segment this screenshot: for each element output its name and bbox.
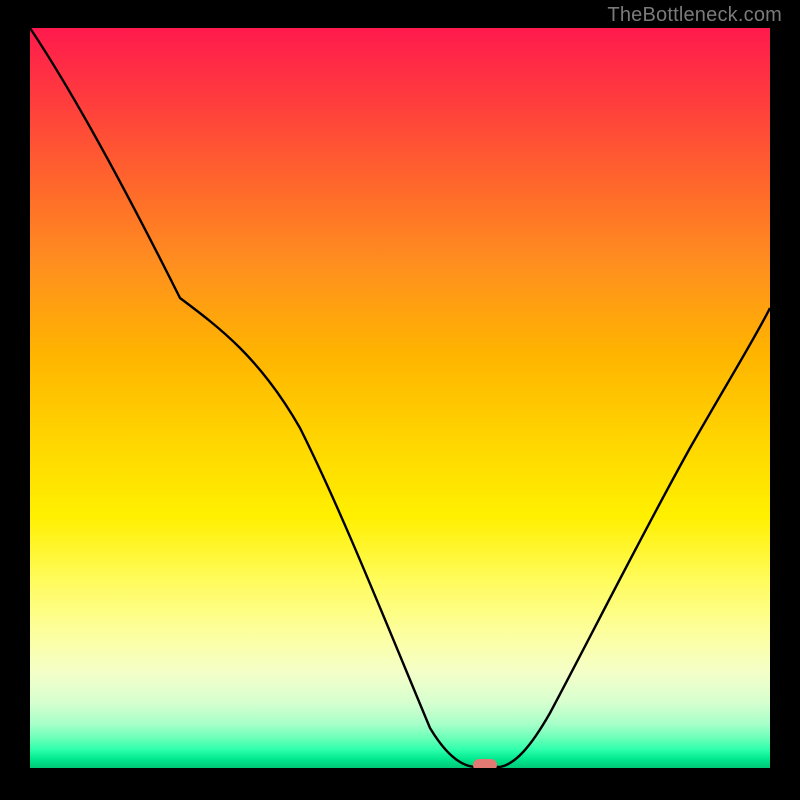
frame-right [770,0,800,800]
bottleneck-curve-path [30,28,770,767]
bottleneck-chart: TheBottleneck.com [0,0,800,800]
chart-svg [30,28,770,768]
frame-bottom [0,768,800,800]
frame-left [0,0,30,800]
watermark-text: TheBottleneck.com [607,4,782,27]
